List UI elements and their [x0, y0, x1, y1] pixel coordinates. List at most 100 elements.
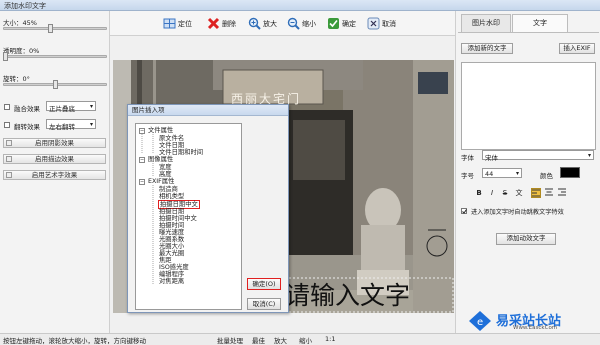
- dialog-title-bar: 图片插入项: [128, 105, 288, 116]
- checkbox-icon: [6, 156, 12, 162]
- delete-button[interactable]: 删除: [206, 15, 236, 32]
- locate-button[interactable]: 定位: [162, 15, 192, 32]
- rotate-label: 旋转：0°: [3, 75, 30, 83]
- insert-item-tree[interactable]: − 文件属性 原文件名 文件日期 文件日期和时间 − 图像属性 宽度 高度 − …: [135, 123, 242, 310]
- color-swatch[interactable]: [560, 167, 580, 178]
- tree-lines: [141, 134, 154, 284]
- font-select[interactable]: 宋体 ▾: [482, 150, 594, 162]
- tree-item[interactable]: 曝光速度: [159, 229, 184, 236]
- checkbox-icon: [6, 140, 12, 146]
- tree-item[interactable]: ISO感光度: [159, 264, 189, 271]
- status-bar: 按钮左键拖动，滚轮放大缩小，旋转，方向键移动 批量处理 最佳 放大 缩小 1:1: [0, 333, 600, 345]
- tab-divider: [458, 32, 599, 33]
- flip-select[interactable]: 左右翻转 ▾: [46, 119, 96, 131]
- tree-item[interactable]: 文件日期和时间: [159, 149, 203, 156]
- tab-image-watermark[interactable]: 图片水印: [461, 14, 511, 32]
- tree-item[interactable]: 制造商: [159, 186, 178, 193]
- blend-select-value: 正片叠底: [49, 105, 75, 113]
- align-left-icon[interactable]: [531, 188, 541, 198]
- left-panel: 大小：45% 透明度：0% 旋转：0° 融合效果 正片叠底 ▾ 翻转效果 左右翻…: [0, 11, 110, 333]
- actual-size-button[interactable]: 1:1: [325, 335, 335, 343]
- text-content-input[interactable]: [461, 62, 596, 150]
- best-fit-button[interactable]: 最佳: [252, 335, 265, 345]
- tree-item[interactable]: 高度: [159, 171, 172, 178]
- watermark-text[interactable]: 请输入文字: [285, 276, 410, 312]
- zoom-out-button[interactable]: 缩小: [286, 15, 316, 32]
- chevron-down-icon: ▾: [587, 152, 591, 159]
- opacity-label: 透明度：0%: [3, 47, 40, 55]
- shadow-effect-button[interactable]: 启用阴影效果: [3, 138, 106, 148]
- rotate-slider-thumb[interactable]: [53, 80, 58, 89]
- add-text-label: 添加新的文字: [467, 44, 507, 52]
- window-title: 添加水印文字: [4, 2, 46, 10]
- stroke-effect-label: 启用描边效果: [35, 155, 74, 163]
- zoom-out-icon: [286, 17, 300, 31]
- tree-item[interactable]: 对焦距离: [159, 278, 184, 285]
- confirm-button[interactable]: 确定: [326, 15, 356, 32]
- tree-item[interactable]: 编辑程序: [159, 271, 184, 278]
- tree-item[interactable]: 拍摄日期: [159, 208, 184, 215]
- tab-text-label: 文字: [533, 19, 547, 27]
- tree-item[interactable]: 文件日期: [159, 142, 184, 149]
- dialog-ok-button[interactable]: 确定(O): [247, 278, 281, 290]
- strikethrough-button[interactable]: S: [500, 188, 510, 198]
- auto-effect-checkbox[interactable]: [461, 208, 467, 214]
- zoom-in-button[interactable]: 放大: [247, 15, 277, 32]
- art-text-effect-button[interactable]: 启用艺术字效果: [3, 170, 106, 180]
- tree-item[interactable]: 拍摄时间中文: [159, 215, 197, 222]
- zoom-in-icon: [247, 17, 261, 31]
- tree-item[interactable]: 光圈系数: [159, 236, 184, 243]
- opacity-slider-row: 透明度：0%: [3, 45, 107, 61]
- chevron-down-icon: ▾: [89, 103, 93, 110]
- checkbox-icon: [6, 172, 12, 178]
- tab-text[interactable]: 文字: [512, 14, 568, 32]
- delete-icon: [206, 17, 220, 31]
- title-bar: 添加水印文字: [0, 0, 600, 11]
- add-effect-text-button[interactable]: 添加动效文字: [496, 233, 556, 245]
- status-hint: 按钮左键拖动，滚轮放大缩小，旋转，方向键移动: [3, 337, 146, 345]
- checkmark-icon: [326, 17, 340, 31]
- cancel-icon: [366, 17, 380, 31]
- stroke-effect-button[interactable]: 启用描边效果: [3, 154, 106, 164]
- align-right-icon[interactable]: [557, 188, 567, 198]
- flip-select-value: 左右翻转: [49, 123, 75, 131]
- blend-checkbox[interactable]: [4, 104, 10, 110]
- size-slider[interactable]: [3, 27, 107, 30]
- confirm-label: 确定: [342, 19, 356, 28]
- font-label: 字体: [461, 154, 474, 162]
- tree-item[interactable]: 宽度: [159, 164, 172, 171]
- italic-button[interactable]: I: [487, 188, 497, 198]
- tree-item[interactable]: 原文件名: [159, 135, 184, 142]
- insert-exif-button[interactable]: 插入EXIF: [559, 43, 595, 54]
- tree-item[interactable]: 拍摄时间: [159, 222, 184, 229]
- add-text-button[interactable]: 添加新的文字: [461, 43, 513, 54]
- size-slider-row: 大小：45%: [3, 17, 107, 33]
- align-center-icon[interactable]: [544, 188, 554, 198]
- blend-select[interactable]: 正片叠底 ▾: [46, 101, 96, 113]
- status-zoom-out-button[interactable]: 缩小: [299, 335, 312, 345]
- chevron-down-icon: ▾: [89, 121, 93, 128]
- tree-item[interactable]: 最大光圈: [159, 250, 184, 257]
- toolbar: 定位 删除 放大 缩小 确定 取消: [110, 11, 455, 36]
- blend-label: 融合效果: [14, 105, 40, 113]
- font-size-select[interactable]: 44 ▾: [482, 168, 522, 178]
- flip-checkbox[interactable]: [4, 122, 10, 128]
- zoom-in-label: 放大: [263, 19, 277, 28]
- status-zoom-in-button[interactable]: 放大: [274, 335, 287, 345]
- zoom-out-label: 缩小: [302, 19, 316, 28]
- vertical-text-button[interactable]: 文: [514, 188, 524, 198]
- opacity-slider[interactable]: [3, 55, 107, 58]
- auto-effect-label: 进入添加文字时自动跳教文字特效: [471, 209, 564, 216]
- bold-button[interactable]: B: [474, 188, 484, 198]
- opacity-slider-thumb[interactable]: [3, 52, 8, 61]
- tree-item[interactable]: 焦距: [159, 257, 172, 264]
- tree-item[interactable]: 相机类型: [159, 193, 184, 200]
- dialog-title: 图片插入项: [132, 106, 165, 114]
- size-slider-thumb[interactable]: [48, 24, 53, 33]
- cancel-button[interactable]: 取消: [366, 15, 396, 32]
- batch-process-button[interactable]: 批量处理: [217, 335, 243, 345]
- add-effect-text-label: 添加动效文字: [506, 234, 546, 242]
- dialog-cancel-button[interactable]: 取消(C): [247, 298, 281, 310]
- rotate-slider-row: 旋转：0°: [3, 73, 107, 89]
- tree-item[interactable]: 光圈大小: [159, 243, 184, 250]
